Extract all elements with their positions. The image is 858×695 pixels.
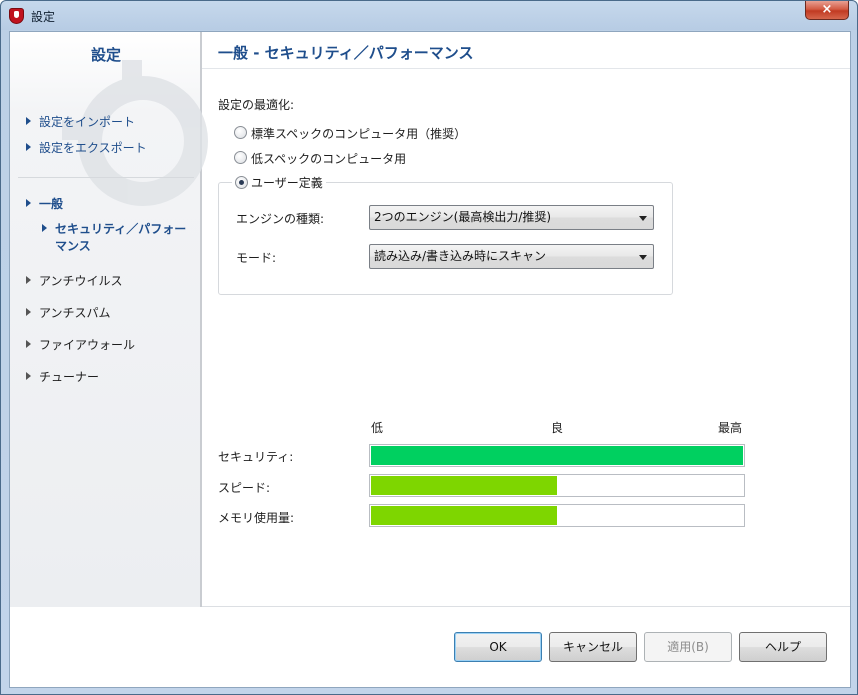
sidebar-item-antispam[interactable]: アンチスパム [26, 304, 111, 321]
title-bar[interactable]: 設定 × [1, 1, 857, 30]
sidebar-item-security-label-line1: セキュリティ／パフォー [55, 222, 187, 236]
mode-select[interactable]: 読み込み/書き込み時にスキャン [369, 244, 654, 269]
window-title: 設定 [31, 10, 56, 24]
security-level-bar [369, 444, 745, 467]
arrow-right-icon [42, 224, 47, 232]
title-divider [202, 68, 850, 69]
arrow-right-icon [26, 143, 31, 151]
bottom-divider [202, 606, 850, 607]
sidebar-item-antivirus[interactable]: アンチウイルス [26, 272, 123, 289]
optimize-label: 設定の最適化: [218, 98, 295, 112]
sidebar-item-firewall[interactable]: ファイアウォール [26, 336, 135, 353]
sidebar-item-tuner-label: チューナー [39, 370, 100, 384]
scale-low-label: 低 [371, 421, 384, 435]
cancel-button[interactable]: キャンセル [549, 632, 637, 662]
expanded-arrow-icon [26, 199, 31, 207]
memory-usage-label: メモリ使用量: [218, 511, 295, 525]
radio-low-spec[interactable] [234, 151, 247, 164]
collapsed-arrow-icon [26, 340, 31, 348]
sidebar-divider [18, 177, 194, 178]
page-title: 一般 - セキュリティ／パフォーマンス [218, 44, 474, 62]
radio-custom[interactable] [235, 176, 248, 189]
sidebar-item-general[interactable]: 一般 [26, 195, 63, 212]
radio-custom-label[interactable]: ユーザー定義 [251, 176, 323, 190]
mode-value: 読み込み/書き込み時にスキャン [374, 249, 547, 263]
security-level-fill [371, 446, 743, 465]
speed-level-bar [369, 474, 745, 497]
radio-standard-spec[interactable] [234, 126, 247, 139]
sidebar: 設定 設定をインポート 設定をエクスポート 一般 セキュリティ／パフォー マンス… [10, 32, 208, 607]
collapsed-arrow-icon [26, 276, 31, 284]
import-settings-label: 設定をインポート [39, 115, 136, 129]
shield-app-icon [9, 8, 24, 24]
sidebar-item-tuner[interactable]: チューナー [26, 368, 99, 385]
engine-type-select[interactable]: 2つのエンジン(最高検出力/推奨) [369, 205, 654, 230]
collapsed-arrow-icon [26, 308, 31, 316]
scale-mid-label: 良 [551, 421, 564, 435]
sidebar-item-antivirus-label: アンチウイルス [39, 274, 123, 288]
custom-settings-group [218, 182, 673, 295]
security-level-label: セキュリティ: [218, 450, 294, 464]
help-button[interactable]: ヘルプ [739, 632, 827, 662]
memory-usage-fill [371, 506, 557, 525]
mode-label: モード: [236, 251, 277, 265]
speed-level-label: スピード: [218, 481, 271, 495]
close-button[interactable]: × [805, 1, 849, 20]
collapsed-arrow-icon [26, 372, 31, 380]
dropdown-caret-icon [639, 255, 647, 260]
ok-button[interactable]: OK [454, 632, 542, 662]
sidebar-item-general-label: 一般 [39, 197, 64, 211]
sidebar-item-firewall-label: ファイアウォール [39, 338, 136, 352]
memory-usage-bar [369, 504, 745, 527]
export-settings-label: 設定をエクスポート [39, 141, 147, 155]
sidebar-title: 設定 [90, 46, 121, 64]
sidebar-item-security-label-line2: マンス [55, 239, 91, 253]
sidebar-item-antispam-label: アンチスパム [39, 306, 111, 320]
dropdown-caret-icon [639, 216, 647, 221]
scale-high-label: 最高 [718, 421, 743, 435]
speed-level-fill [371, 476, 557, 495]
settings-window: 設定 × 設定 設定をインポート 設定をエクスポート 一般 セキュリティ／パフォ… [0, 0, 858, 695]
custom-radio-legend[interactable]: ユーザー定義 [232, 174, 326, 191]
radio-low-spec-label[interactable]: 低スペックのコンピュータ用 [251, 150, 406, 167]
import-settings-link[interactable]: 設定をインポート [26, 113, 135, 130]
engine-type-value: 2つのエンジン(最高検出力/推奨) [374, 210, 552, 224]
radio-standard-spec-label[interactable]: 標準スペックのコンピュータ用（推奨） [251, 125, 466, 142]
sidebar-item-security-performance[interactable]: セキュリティ／パフォー マンス [42, 221, 186, 255]
engine-type-label: エンジンの種類: [236, 212, 325, 226]
client-area: 設定 設定をインポート 設定をエクスポート 一般 セキュリティ／パフォー マンス… [9, 31, 851, 688]
export-settings-link[interactable]: 設定をエクスポート [26, 139, 147, 156]
apply-button[interactable]: 適用(B) [644, 632, 732, 662]
arrow-right-icon [26, 117, 31, 125]
